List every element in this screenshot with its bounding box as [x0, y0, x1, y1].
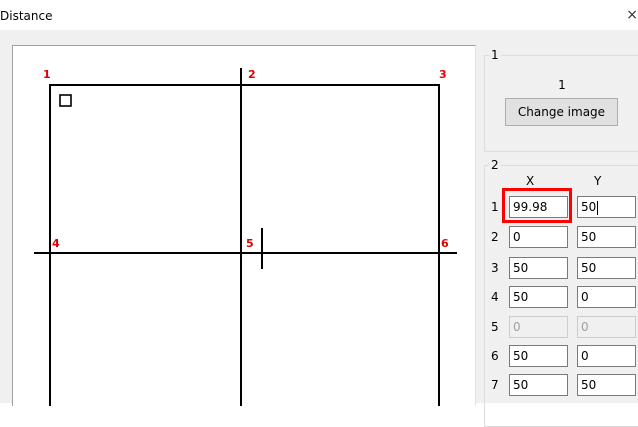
row-number: 2	[491, 230, 499, 244]
image-group: 1 1 Change image	[484, 48, 638, 152]
y-input[interactable]: 0	[577, 345, 636, 367]
window-title: Distance	[0, 9, 53, 23]
coordinate-row: 5 0 0	[485, 316, 638, 338]
point-label-2: 2	[248, 68, 256, 81]
row-number: 5	[491, 320, 499, 334]
row-number: 6	[491, 349, 499, 363]
highlight-box	[502, 188, 572, 223]
point-label-3: 3	[439, 68, 447, 81]
title-bar: Distance ×	[0, 0, 638, 30]
row-number: 1	[491, 200, 499, 214]
coordinate-row: 6 50 0	[485, 345, 638, 367]
x-input[interactable]: 0	[509, 226, 568, 248]
row-number: 3	[491, 261, 499, 275]
change-image-button[interactable]: Change image	[505, 98, 618, 126]
row-number: 4	[491, 290, 499, 304]
x-input-disabled: 0	[509, 316, 568, 338]
point-label-1: 1	[43, 68, 51, 81]
point-label-4: 4	[52, 237, 60, 250]
y-input[interactable]: 50	[577, 374, 636, 396]
y-input[interactable]: 0	[577, 286, 636, 308]
y-input[interactable]: 50	[577, 257, 636, 279]
distance-canvas[interactable]: 1 2 3 4 5 6	[12, 45, 476, 406]
x-input[interactable]: 50	[509, 257, 568, 279]
coordinate-row: 7 50 50	[485, 374, 638, 396]
selection-marker-icon	[59, 94, 72, 107]
coordinates-group-legend: 2	[489, 158, 501, 172]
coordinate-row: 4 50 0	[485, 286, 638, 308]
point-label-6: 6	[441, 237, 449, 250]
row-number: 7	[491, 378, 499, 392]
grid-drawing: 1 2 3 4 5 6	[34, 68, 457, 406]
y-input-disabled: 0	[577, 316, 636, 338]
coordinate-row: 2 0 50	[485, 226, 638, 248]
coordinate-row: 3 50 50	[485, 257, 638, 279]
column-header-y: Y	[594, 174, 602, 188]
point-label-5: 5	[246, 237, 254, 250]
image-index: 1	[558, 78, 566, 92]
y-input[interactable]: 50	[577, 226, 636, 248]
x-input[interactable]: 50	[509, 374, 568, 396]
close-icon[interactable]: ×	[624, 7, 638, 23]
y-input[interactable]: 50	[577, 196, 636, 218]
column-header-x: X	[526, 174, 535, 188]
x-input[interactable]: 50	[509, 345, 568, 367]
x-input[interactable]: 50	[509, 286, 568, 308]
image-group-legend: 1	[489, 48, 501, 62]
outer-frame	[49, 84, 440, 406]
